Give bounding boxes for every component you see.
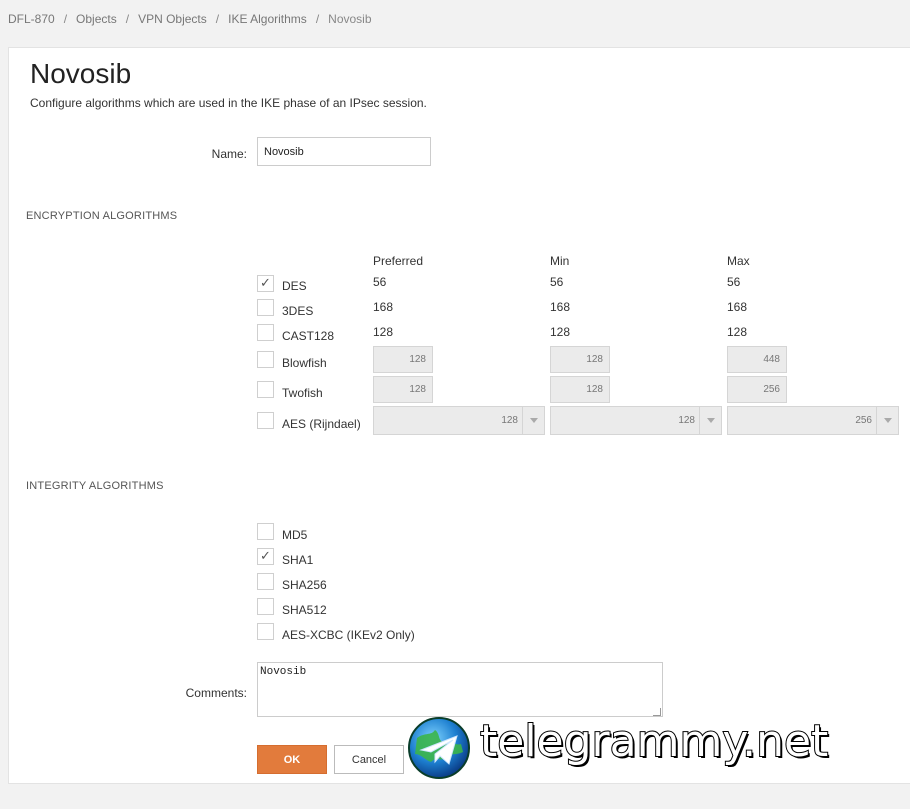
twofish-max-input[interactable]: 256: [727, 376, 787, 403]
blowfish-max-input[interactable]: 448: [727, 346, 787, 373]
form-panel: Novosib Configure algorithms which are u…: [8, 47, 910, 784]
des-checkbox[interactable]: ✓: [257, 275, 274, 292]
twofish-preferred-input[interactable]: 128: [373, 376, 433, 403]
des-max: 56: [727, 275, 741, 289]
aes-label: AES (Rijndael): [282, 417, 361, 431]
name-label: Name:: [211, 147, 247, 161]
page-description: Configure algorithms which are used in t…: [30, 96, 427, 110]
breadcrumb-item-ike-algorithms[interactable]: IKE Algorithms: [228, 12, 307, 26]
aes-min-select[interactable]: 128: [550, 406, 722, 435]
cast128-max: 128: [727, 325, 748, 339]
chevron-down-icon: [699, 407, 721, 434]
des-min: 56: [550, 275, 564, 289]
column-preferred: Preferred: [373, 254, 424, 268]
cast128-checkbox[interactable]: [257, 324, 274, 341]
breadcrumb-separator: /: [63, 12, 68, 26]
breadcrumb-separator: /: [125, 12, 130, 26]
md5-label: MD5: [282, 528, 308, 542]
sha512-checkbox[interactable]: [257, 598, 274, 615]
sha512-label: SHA512: [282, 603, 327, 617]
3des-checkbox[interactable]: [257, 299, 274, 316]
chevron-down-icon: [522, 407, 544, 434]
blowfish-min-input[interactable]: 128: [550, 346, 610, 373]
telegram-globe-icon: [408, 717, 470, 779]
aes-preferred-value: 128: [501, 415, 518, 426]
aes-xcbc-label: AES-XCBC (IKEv2 Only): [282, 628, 415, 642]
blowfish-preferred-input[interactable]: 128: [373, 346, 433, 373]
twofish-label: Twofish: [282, 386, 323, 400]
md5-checkbox[interactable]: [257, 523, 274, 540]
ok-button[interactable]: OK: [257, 745, 327, 774]
aes-checkbox[interactable]: [257, 412, 274, 429]
aes-max-select[interactable]: 256: [727, 406, 899, 435]
blowfish-checkbox[interactable]: [257, 351, 274, 368]
3des-min: 168: [550, 300, 571, 314]
cast128-preferred: 128: [373, 325, 394, 339]
cancel-button[interactable]: Cancel: [334, 745, 404, 774]
comments-label: Comments:: [185, 686, 247, 700]
twofish-checkbox[interactable]: [257, 381, 274, 398]
integrity-section-title: INTEGRITY ALGORITHMS: [26, 480, 164, 492]
3des-max: 168: [727, 300, 748, 314]
name-input[interactable]: [257, 137, 431, 166]
comments-textarea[interactable]: [257, 662, 663, 717]
breadcrumb: DFL-870 / Objects / VPN Objects / IKE Algorith…: [8, 12, 372, 26]
aes-xcbc-checkbox[interactable]: [257, 623, 274, 640]
sha256-label: SHA256: [282, 578, 327, 592]
breadcrumb-separator: /: [215, 12, 220, 26]
watermark-text: telegrammy.net: [479, 715, 829, 768]
3des-label: 3DES: [282, 304, 314, 318]
breadcrumb-item-objects[interactable]: Objects: [76, 12, 117, 26]
des-label: DES: [282, 279, 307, 293]
cast128-label: CAST128: [282, 329, 335, 343]
breadcrumb-item-device[interactable]: DFL-870: [8, 12, 55, 26]
encryption-section-title: ENCRYPTION ALGORITHMS: [26, 210, 178, 222]
cast128-min: 128: [550, 325, 571, 339]
check-icon: ✓: [260, 548, 271, 563]
breadcrumb-separator: /: [315, 12, 320, 26]
breadcrumb-current: Novosib: [328, 12, 372, 26]
aes-preferred-select[interactable]: 128: [373, 406, 545, 435]
sha1-checkbox[interactable]: ✓: [257, 548, 274, 565]
aes-min-value: 128: [678, 415, 695, 426]
column-min: Min: [550, 254, 570, 268]
blowfish-label: Blowfish: [282, 356, 327, 370]
column-max: Max: [727, 254, 750, 268]
twofish-min-input[interactable]: 128: [550, 376, 610, 403]
check-icon: ✓: [260, 275, 271, 290]
3des-preferred: 168: [373, 300, 394, 314]
aes-max-value: 256: [855, 415, 872, 426]
sha1-label: SHA1: [282, 553, 314, 567]
chevron-down-icon: [876, 407, 898, 434]
des-preferred: 56: [373, 275, 387, 289]
breadcrumb-item-vpn-objects[interactable]: VPN Objects: [138, 12, 207, 26]
page-title: Novosib: [30, 58, 132, 89]
sha256-checkbox[interactable]: [257, 573, 274, 590]
